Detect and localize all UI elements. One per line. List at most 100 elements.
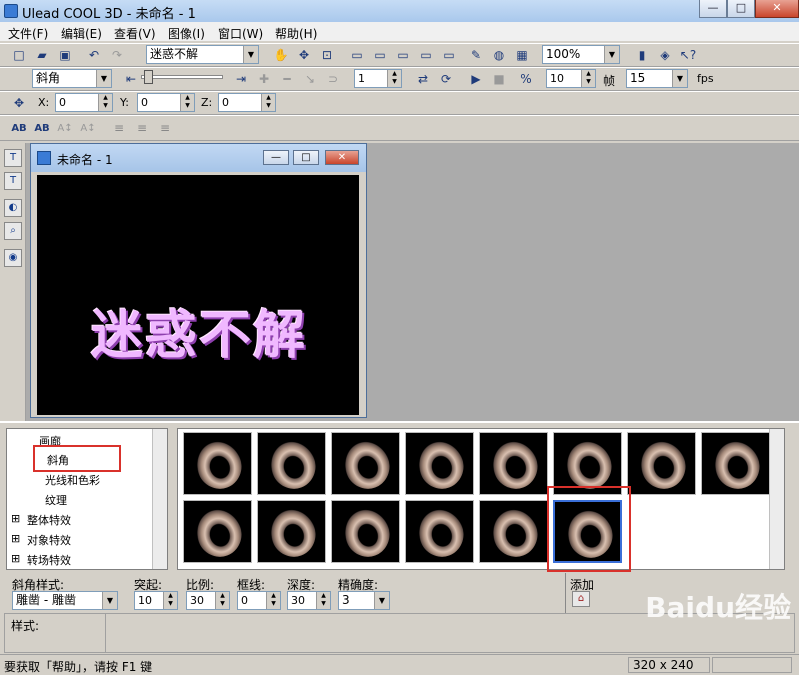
doc-minimize-button[interactable]: — [263,150,289,165]
add-key-icon[interactable]: ✚ [255,70,273,88]
border-value: 0 [241,594,248,607]
total-frames-input[interactable]: 10 ▲ ▼ [546,69,596,88]
timeline-slider[interactable] [141,75,223,79]
y-input[interactable]: 0 ▲ ▼ [137,93,195,112]
first-key-icon[interactable]: ⇤ [122,70,140,88]
bevel-thumb-2[interactable] [257,432,326,495]
bevel-thumb-9[interactable] [183,500,252,563]
text-line-down-icon[interactable]: A↕ [79,119,97,137]
view-top-icon[interactable]: ▭ [371,46,389,64]
play-icon[interactable]: ▶ [467,70,485,88]
scale-input[interactable]: 30 ▲ ▼ [186,591,230,610]
bevel-thumb-3[interactable] [331,432,400,495]
reverse-icon[interactable]: ↘ [301,70,319,88]
depth-input[interactable]: 30 ▲ ▼ [287,591,331,610]
tree-scrollbar[interactable] [152,429,167,569]
align-center-icon[interactable]: ≡ [133,119,151,137]
loop-icon[interactable]: ⇄ [414,70,432,88]
maximize-button[interactable]: □ [727,0,755,18]
edit-text-tool-icon[interactable]: T [4,172,22,190]
doc-maximize-button[interactable]: □ [293,150,319,165]
bevel-thumb-4[interactable] [405,432,474,495]
bevel-thumb-13[interactable] [479,500,548,563]
precision-select[interactable]: 3 ▼ [338,591,390,610]
ring-preview [263,502,323,562]
text-spacing-wide-icon[interactable]: AB [10,119,28,137]
bevel-thumb-10[interactable] [257,500,326,563]
frame-input[interactable]: 1 ▲ ▼ [354,69,402,88]
bevel-thumb-5[interactable] [479,432,548,495]
last-key-icon[interactable]: ⇥ [232,70,250,88]
tween-icon[interactable]: % [517,70,535,88]
view-back-icon[interactable]: ▭ [417,46,435,64]
align-right-icon[interactable]: ≡ [156,119,174,137]
menu-help[interactable]: 帮助(H) [275,25,317,42]
globe-icon[interactable]: ◍ [490,46,508,64]
menu-window[interactable]: 窗口(W) [218,25,263,42]
window-title: Ulead COOL 3D - 未命名 - 1 [22,7,196,22]
refresh-icon[interactable]: ⟳ [437,70,455,88]
rotate-object-icon[interactable]: ✥ [295,46,313,64]
text-spacing-narrow-icon[interactable]: AB [33,119,51,137]
divider [565,573,566,613]
minimize-button[interactable]: — [699,0,727,18]
tree-item-transition-fx[interactable]: 转场特效 [27,552,167,568]
preview-icon[interactable]: ◈ [656,46,674,64]
light-icon[interactable]: ✎ [467,46,485,64]
menu-file[interactable]: 文件(F) [8,25,48,42]
x-input[interactable]: 0 ▲ ▼ [55,93,113,112]
menu-view[interactable]: 查看(V) [114,25,156,42]
fps-select[interactable]: 15 ▼ [626,69,688,88]
text-line-up-icon[interactable]: A↕ [56,119,74,137]
stop-icon[interactable]: ■ [490,70,508,88]
insert-object-icon[interactable]: T [4,149,22,167]
doc-close-button[interactable]: ✕ [325,150,359,165]
render-canvas[interactable]: 迷惑不解 [37,175,359,415]
bevel-thumb-8[interactable] [701,432,770,495]
save-icon[interactable]: ▣ [56,46,74,64]
border-input[interactable]: 0 ▲ ▼ [237,591,281,610]
canvas-3d-text[interactable]: 迷惑不解 [91,293,307,368]
smooth-icon[interactable]: ⊃ [324,70,342,88]
bevel-thumb-1[interactable] [183,432,252,495]
redo-icon[interactable]: ↷ [108,46,126,64]
effect-select[interactable]: 斜角 ▼ [32,69,112,88]
help-pointer-icon[interactable]: ↖? [679,46,697,64]
position-icon[interactable]: ✥ [10,94,28,112]
protrude-input[interactable]: 10 ▲ ▼ [134,591,178,610]
new-file-icon[interactable]: □ [10,46,28,64]
view-side-icon[interactable]: ▭ [394,46,412,64]
tree-item-light-color[interactable]: 光线和色彩 [45,472,167,488]
precision-value: 3 [342,593,350,607]
close-button[interactable]: ✕ [755,0,799,18]
edit-text-icon[interactable]: ▦ [513,46,531,64]
hand-move-icon[interactable]: ✋ [272,46,290,64]
view-front-icon[interactable]: ▭ [348,46,366,64]
undo-icon[interactable]: ↶ [85,46,103,64]
bevel-thumb-11[interactable] [331,500,400,563]
timeline-thumb[interactable] [144,70,153,84]
view-bottom-icon[interactable]: ▭ [440,46,458,64]
bevel-thumb-12[interactable] [405,500,474,563]
menu-edit[interactable]: 编辑(E) [61,25,102,42]
bevel-style-select[interactable]: 雕凿 - 雕凿 ▼ [12,591,118,610]
object-list-icon[interactable]: ▮ [633,46,651,64]
tree-item-object-fx[interactable]: 对象特效 [27,532,167,548]
resize-object-icon[interactable]: ⊡ [318,46,336,64]
select-object-icon[interactable]: ⌕ [4,222,22,240]
remove-key-icon[interactable]: ━ [278,70,296,88]
gallery-scrollbar[interactable] [769,429,784,569]
tree-item-texture[interactable]: 纹理 [45,492,167,508]
add-to-gallery-icon[interactable]: ⌂ [572,591,590,607]
z-input[interactable]: 0 ▲ ▼ [218,93,276,112]
spin-arrows-icon: ▲ ▼ [316,592,330,609]
open-folder-icon[interactable]: ▰ [33,46,51,64]
align-left-icon[interactable]: ≡ [110,119,128,137]
menu-image[interactable]: 图像(I) [168,25,205,42]
zoom-select[interactable]: 100% ▼ [542,45,620,64]
insert-graphic-icon[interactable]: ◐ [4,199,22,217]
geometry-icon[interactable]: ◉ [4,249,22,267]
text-object-select[interactable]: 迷惑不解 ▼ [146,45,259,64]
bevel-thumb-7[interactable] [627,432,696,495]
tree-item-global-fx[interactable]: 整体特效 [27,512,167,528]
